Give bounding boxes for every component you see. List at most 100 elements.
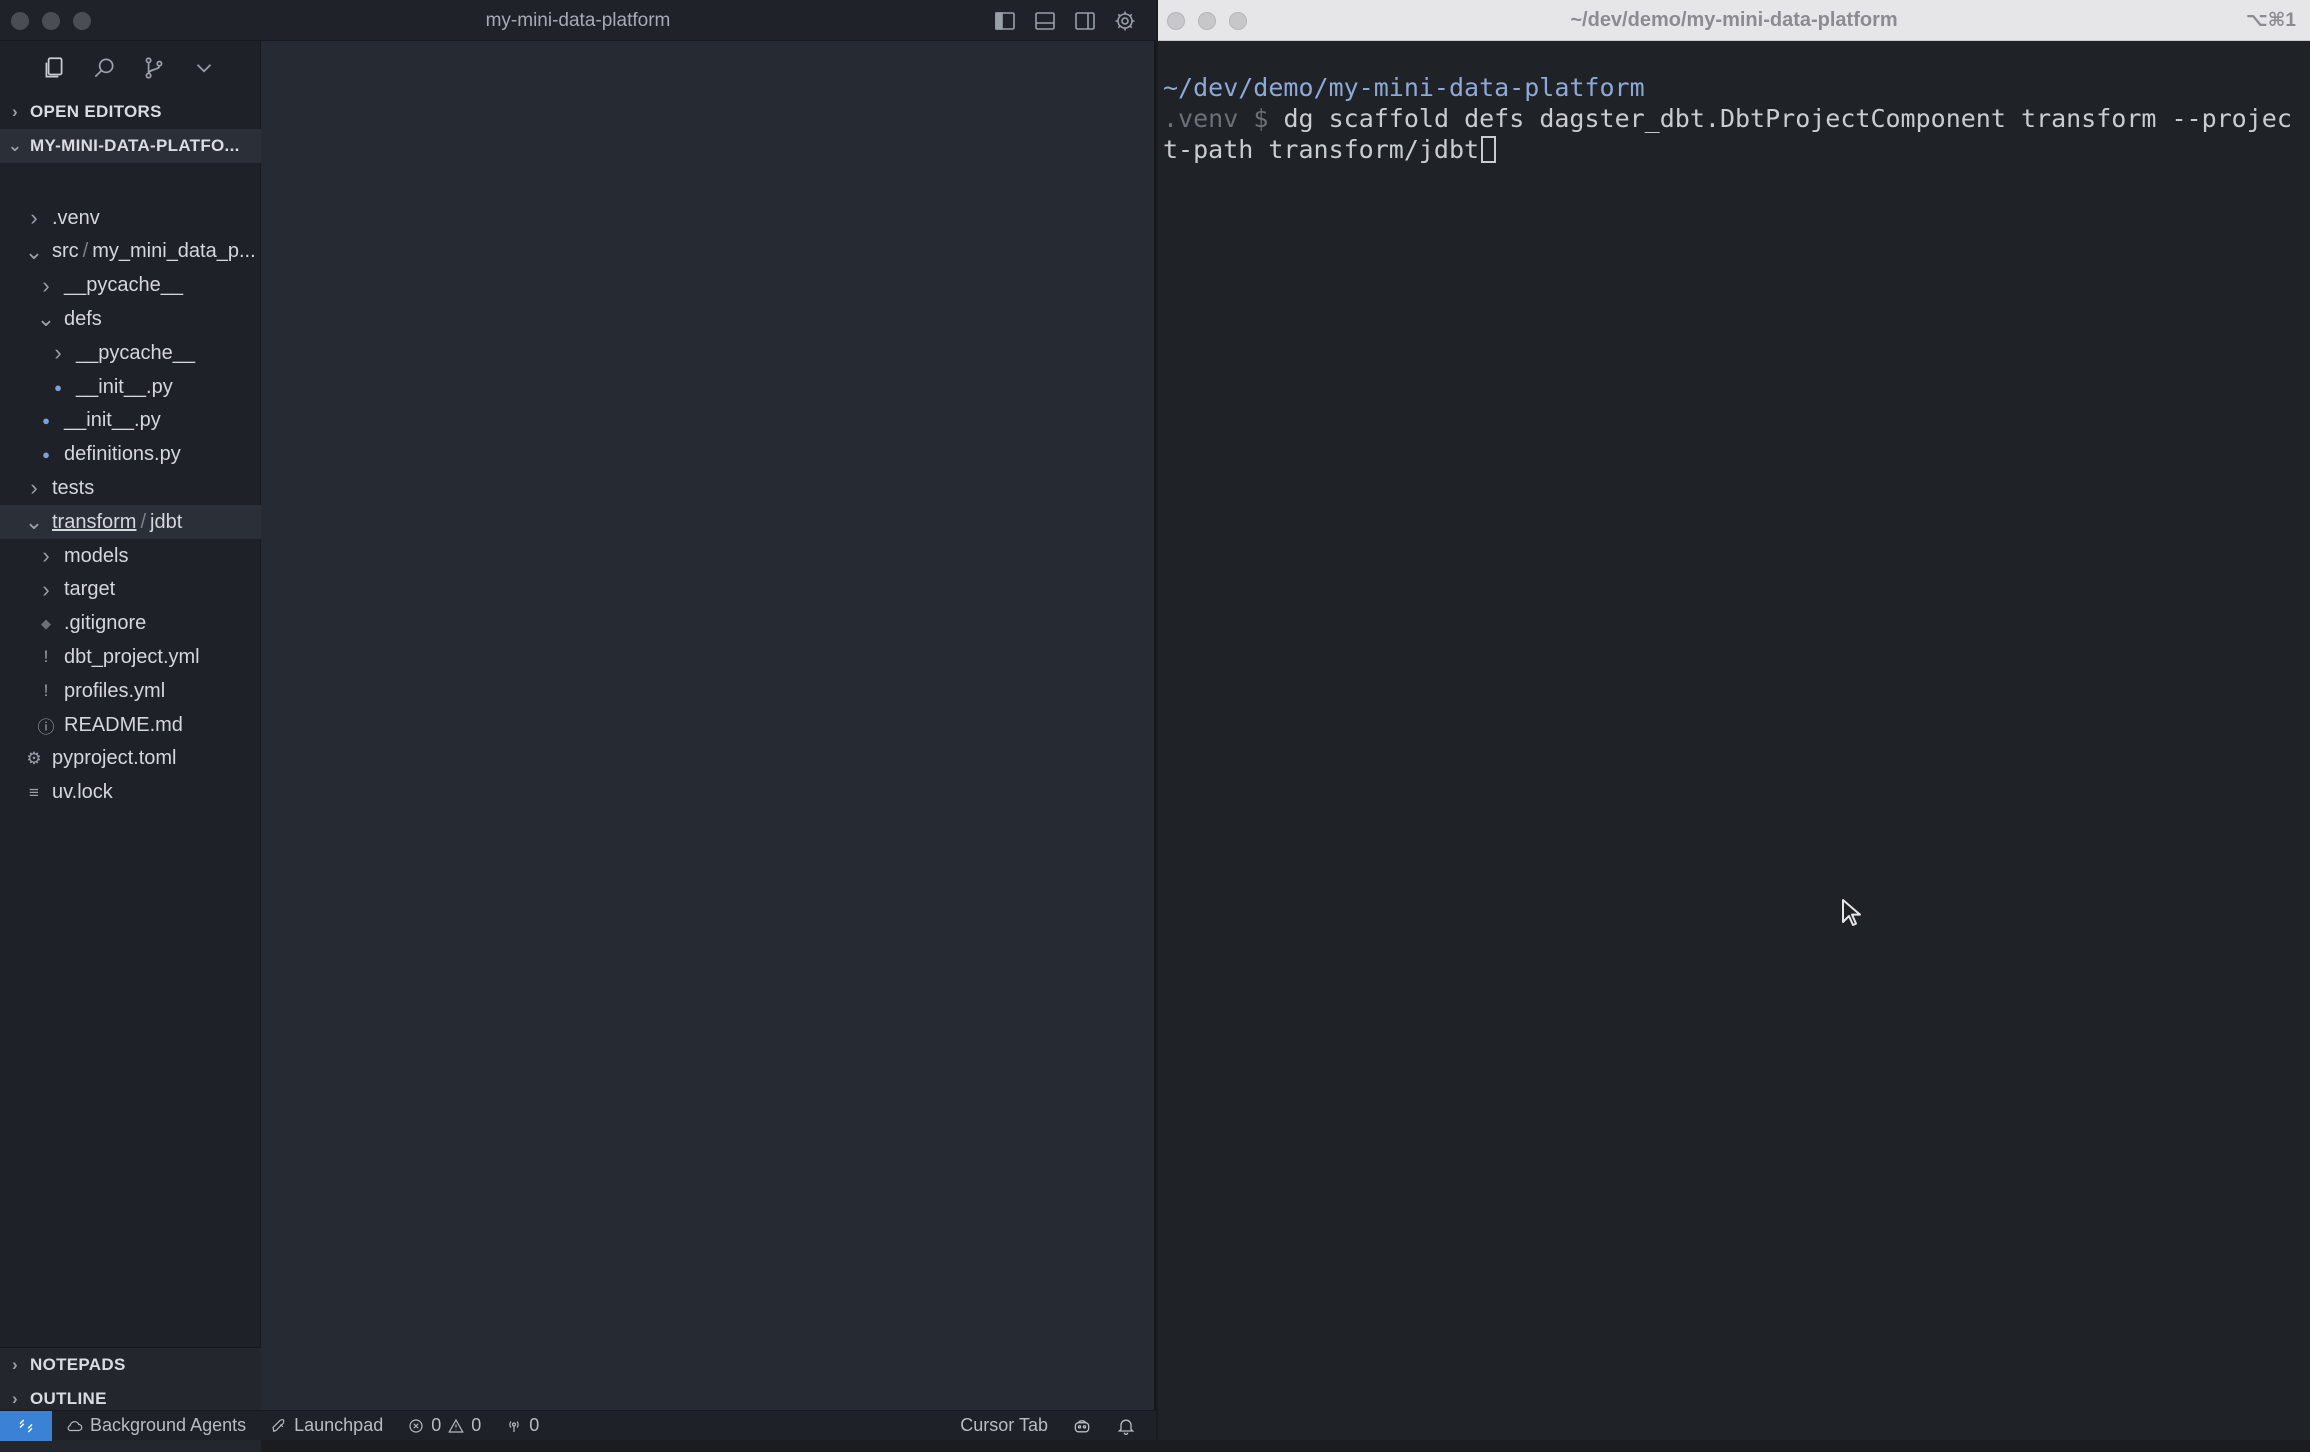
terminal-titlebar: ~/dev/demo/my-mini-data-platform ⌥⌘1 — [1158, 0, 2310, 41]
lines-file-icon: ≡ — [29, 782, 39, 802]
terminal-command-line[interactable]: .venv $ dg scaffold defs dagster_dbt.Dbt… — [1163, 103, 2303, 165]
tree-item-defs[interactable]: ⌄ defs — [0, 302, 261, 336]
tree-item-label-prefix: transform — [52, 510, 137, 533]
tree-item-label-suffix: my_mini_data_p... — [92, 240, 256, 263]
error-icon — [409, 1418, 423, 1433]
source-control-icon[interactable] — [140, 54, 168, 82]
chevron-down-icon: ⌄ — [36, 306, 56, 332]
problems-button[interactable]: 0 0 — [407, 1415, 481, 1436]
toggle-panel-icon[interactable] — [1032, 8, 1058, 34]
tree-item-pyproject-toml[interactable]: ⚙ pyproject.toml — [0, 742, 261, 776]
search-icon[interactable] — [90, 54, 118, 82]
remote-indicator-button[interactable] — [0, 1410, 52, 1441]
python-icon: ● — [54, 379, 62, 395]
tree-item-label: .gitignore — [64, 612, 147, 635]
toggle-secondary-sidebar-icon[interactable] — [1072, 8, 1098, 34]
chevron-right-icon: › — [42, 543, 50, 568]
tree-item-target[interactable]: › target — [0, 573, 261, 607]
ports-button[interactable]: 0 — [505, 1415, 539, 1436]
tree-item-tests[interactable]: › tests — [0, 471, 261, 505]
broadcast-icon — [509, 1420, 519, 1432]
prompt-symbol: $ — [1253, 104, 1269, 133]
more-views-chevron-icon[interactable] — [190, 54, 218, 82]
settings-gear-icon[interactable] — [1112, 8, 1138, 34]
tree-item-label: pyproject.toml — [52, 747, 177, 770]
activity-bar — [0, 41, 261, 94]
git-icon: ◆ — [41, 615, 51, 631]
tree-item-init-py[interactable]: ● __init__.py — [0, 370, 261, 404]
tree-item-init-py[interactable]: ● __init__.py — [0, 404, 261, 438]
tree-item-jdbt[interactable]: ⌄ transform / jdbt — [0, 505, 261, 540]
tree-item-label: definitions.py — [64, 443, 181, 466]
launchpad-button[interactable]: Launchpad — [270, 1415, 383, 1436]
tree-item-profiles-yml[interactable]: ! profiles.yml — [0, 674, 261, 708]
info-icon: ⓘ — [37, 717, 55, 737]
terminal-cursor — [1481, 136, 1497, 163]
chevron-down-icon: ⌄ — [24, 509, 44, 535]
tree-item-label-prefix: src — [52, 240, 79, 263]
bell-icon[interactable] — [1116, 1416, 1136, 1436]
status-right: Cursor Tab — [960, 1415, 1156, 1436]
chevron-right-icon: › — [54, 340, 62, 366]
tree-item-label: uv.lock — [52, 781, 113, 804]
tree-item-venv[interactable]: › .venv — [0, 201, 261, 235]
chevron-right-icon: › — [42, 272, 50, 298]
chevron-down-icon: ⌄ — [7, 136, 23, 155]
editor-window-title: my-mini-data-platform — [485, 10, 671, 31]
tree-item-label: models — [64, 544, 129, 567]
tree-item-models[interactable]: › models — [0, 539, 261, 573]
tree-item-readme-md[interactable]: ⓘ README.md — [0, 708, 261, 742]
cursor-tab-button[interactable]: Cursor Tab — [960, 1415, 1048, 1436]
tree-item-pycache[interactable]: › __pycache__ — [0, 336, 261, 370]
open-editors-section[interactable]: › OPEN EDITORS — [0, 95, 261, 129]
tree-item-label: .venv — [52, 206, 100, 229]
command-text: dg scaffold defs dagster_dbt.DbtProjectC… — [1163, 104, 2292, 164]
warning-icon — [448, 1418, 465, 1433]
terminal-output[interactable]: ~/dev/demo/my-mini-data-platform .venv $… — [1163, 72, 2303, 165]
tree-item-label: defs — [64, 307, 102, 330]
tree-item-uv-lock[interactable]: ≡ uv.lock — [0, 776, 261, 810]
primary-sidebar: › OPEN EDITORS ⌄ MY-MINI-DATA-PLATFO... … — [0, 41, 261, 1452]
chevron-down-icon: ⌄ — [24, 238, 44, 264]
gear-icon: ⚙ — [26, 748, 42, 768]
terminal-window-title: ~/dev/demo/my-mini-data-platform — [1570, 9, 1898, 31]
tree-item-my-mini-data-p[interactable]: ⌄ src / my_mini_data_p... — [0, 235, 261, 269]
cloud-icon — [67, 1420, 83, 1431]
explorer-icon[interactable] — [40, 54, 68, 82]
tree-item-pycache[interactable]: › __pycache__ — [0, 269, 261, 303]
notepads-section[interactable]: › NOTEPADS — [0, 1348, 261, 1382]
tree-item-label: __pycache__ — [64, 274, 183, 297]
mouse-pointer-icon — [1842, 899, 1861, 926]
tree-item-label: __pycache__ — [76, 341, 195, 364]
toggle-primary-sidebar-icon[interactable] — [992, 8, 1018, 34]
venv-indicator: .venv — [1163, 104, 1239, 133]
tree-item-label: __init__.py — [76, 375, 173, 398]
yaml-icon: ! — [43, 647, 49, 667]
project-section[interactable]: ⌄ MY-MINI-DATA-PLATFO... — [0, 129, 261, 163]
tree-item-label: target — [64, 578, 116, 601]
yaml-icon: ! — [43, 681, 49, 701]
layout-controls — [992, 8, 1138, 34]
tree-item-label: tests — [52, 476, 95, 499]
path-separator: / — [140, 510, 147, 533]
chevron-right-icon: › — [30, 475, 38, 501]
tree-item-gitignore[interactable]: ◆ .gitignore — [0, 607, 261, 641]
chevron-right-icon: › — [30, 205, 38, 230]
tree-item-label: README.md — [64, 713, 183, 736]
rocket-icon — [272, 1418, 285, 1432]
chevron-right-icon: › — [12, 1355, 18, 1374]
python-icon: ● — [42, 413, 50, 429]
copilot-icon[interactable] — [1072, 1416, 1092, 1436]
chevron-right-icon: › — [12, 1389, 18, 1408]
terminal-shortcut: ⌥⌘1 — [2245, 10, 2296, 31]
editor-titlebar: my-mini-data-platform — [0, 0, 1156, 41]
tree-item-label-suffix: jdbt — [150, 510, 183, 533]
tree-item-label: dbt_project.yml — [64, 645, 200, 668]
path-separator: / — [82, 240, 89, 263]
terminal-cwd-line: ~/dev/demo/my-mini-data-platform — [1163, 73, 1645, 102]
tree-item-dbt-project-yml[interactable]: ! dbt_project.yml — [0, 640, 261, 674]
background-agents-button[interactable]: Background Agents — [66, 1415, 246, 1436]
tree-item-definitions-py[interactable]: ● definitions.py — [0, 438, 261, 472]
status-bar: Background Agents Launchpad 0 0 0 Cursor… — [0, 1410, 1156, 1441]
tree-item-label: __init__.py — [64, 409, 161, 432]
